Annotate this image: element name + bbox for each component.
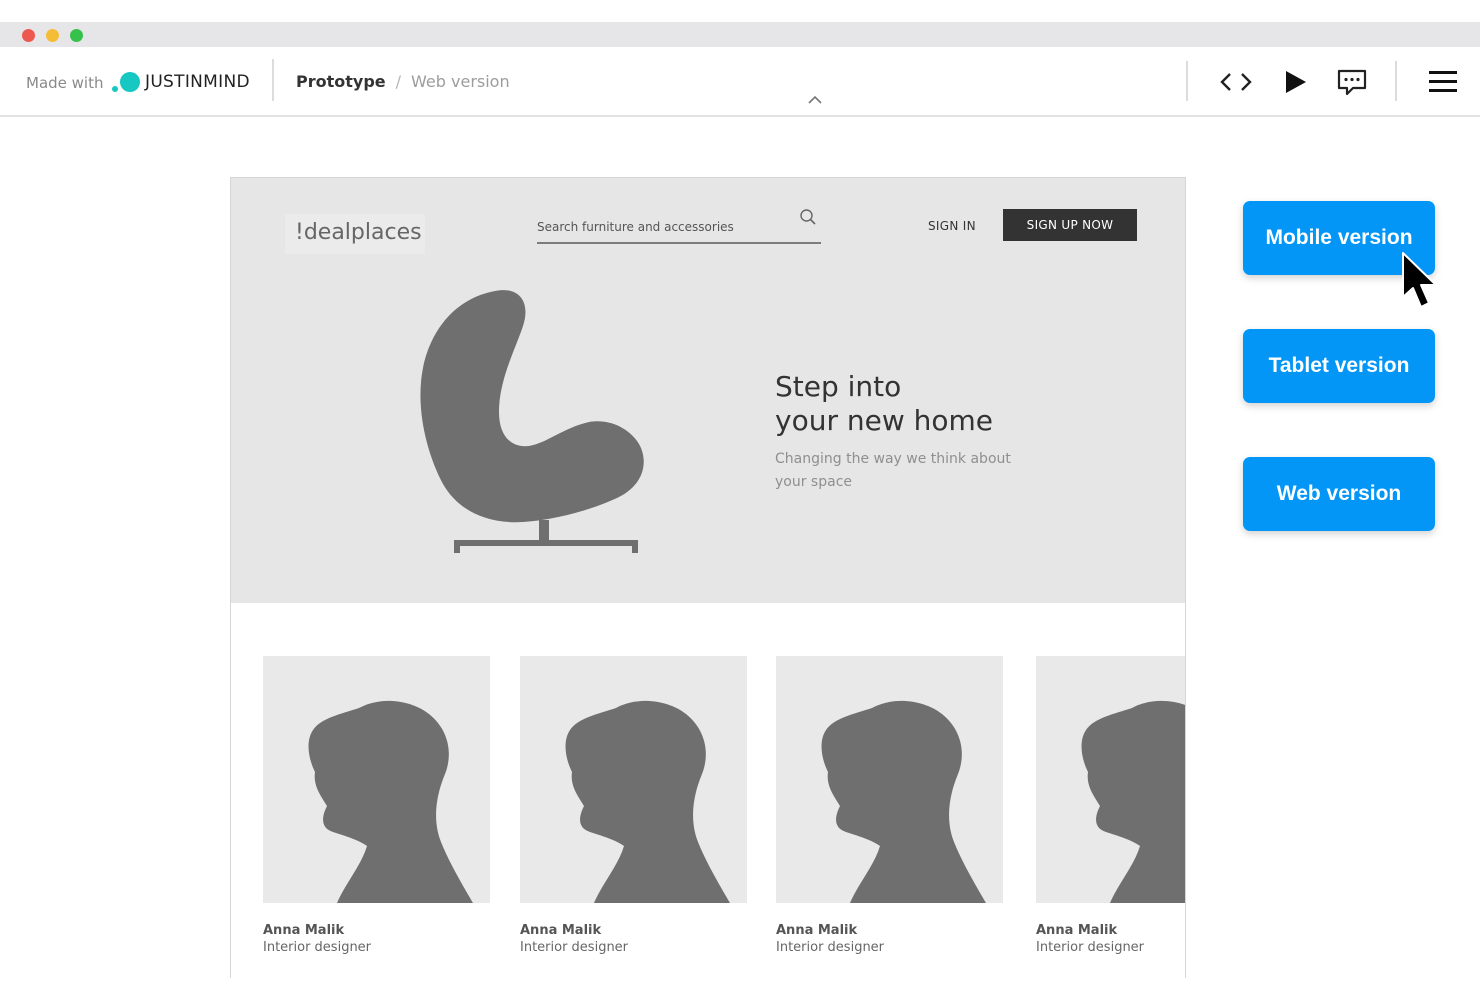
person-silhouette-icon (1081, 700, 1185, 903)
team-member-role: Interior designer (776, 940, 885, 955)
close-window-button[interactable] (22, 29, 35, 42)
maximize-window-button[interactable] (70, 29, 83, 42)
hero-section: !dealplaces Search furniture and accesso… (231, 178, 1185, 603)
profile-photo (263, 656, 490, 903)
team-member-role: Interior designer (520, 940, 629, 955)
justinmind-logo-icon (112, 71, 142, 95)
menu-icon[interactable] (1427, 67, 1461, 97)
hero-title-line: Step into (775, 370, 902, 403)
sign-up-button[interactable]: SIGN UP NOW (1003, 209, 1137, 241)
tablet-version-button[interactable]: Tablet version (1243, 329, 1435, 403)
code-icon[interactable] (1219, 67, 1253, 97)
team-member-name: Anna Malik (263, 923, 345, 938)
egg-chair-image (420, 290, 644, 553)
prototype-canvas: !dealplaces Search furniture and accesso… (230, 177, 1186, 978)
breadcrumb-separator: / (395, 72, 402, 91)
team-card[interactable]: Anna Malik Interior designer (263, 656, 490, 955)
hero-subtitle: Changing the way we think about your spa… (775, 451, 1011, 490)
team-card[interactable]: Anna Malik Interior designer (776, 656, 1003, 955)
mouse-pointer-icon (1402, 252, 1437, 308)
team-member-role: Interior designer (263, 940, 372, 955)
web-version-button[interactable]: Web version (1243, 457, 1435, 531)
toolbar-divider (1395, 61, 1397, 101)
window-title-bar (0, 22, 1480, 47)
toolbar-divider (1186, 61, 1188, 101)
team-member-name: Anna Malik (776, 923, 858, 938)
site-logo[interactable]: !dealplaces (285, 214, 425, 254)
breadcrumb-prototype[interactable]: Prototype (296, 72, 386, 91)
toolbar-divider (272, 59, 274, 101)
sign-in-link[interactable]: SIGN IN (928, 219, 976, 233)
comment-icon[interactable] (1335, 67, 1369, 97)
search-placeholder: Search furniture and accessories (537, 220, 734, 234)
hero-title-line: your new home (775, 404, 994, 437)
profile-photo (520, 656, 747, 903)
person-silhouette-icon (821, 700, 986, 903)
search-input[interactable]: Search furniture and accessories (537, 202, 821, 244)
profile-photo (1036, 656, 1185, 903)
breadcrumb-page[interactable]: Web version (411, 72, 510, 91)
team-card[interactable]: Anna Malik Interior designer (520, 656, 747, 955)
collapse-chevron-up-icon[interactable] (808, 95, 822, 105)
minimize-window-button[interactable] (46, 29, 59, 42)
search-icon[interactable] (799, 208, 817, 226)
play-icon[interactable] (1280, 67, 1314, 97)
team-member-name: Anna Malik (1036, 923, 1118, 938)
window-top (0, 0, 1480, 22)
person-silhouette-icon (565, 700, 730, 903)
team-card[interactable]: Anna Malik Interior designer (1036, 656, 1185, 955)
made-with-label: Made with (26, 74, 104, 92)
breadcrumb: Prototype / Web version (296, 72, 510, 91)
team-member-role: Interior designer (1036, 940, 1145, 955)
person-silhouette-icon (308, 700, 473, 903)
profile-photo (776, 656, 1003, 903)
team-member-name: Anna Malik (520, 923, 602, 938)
brand-name: JUSTINMIND (145, 72, 250, 92)
prototype-toolbar: Made with JUSTINMIND Prototype / Web versi… (0, 47, 1480, 117)
hero-title: Step into your new home (775, 370, 993, 438)
site-logo-text: !dealplaces (295, 220, 422, 245)
